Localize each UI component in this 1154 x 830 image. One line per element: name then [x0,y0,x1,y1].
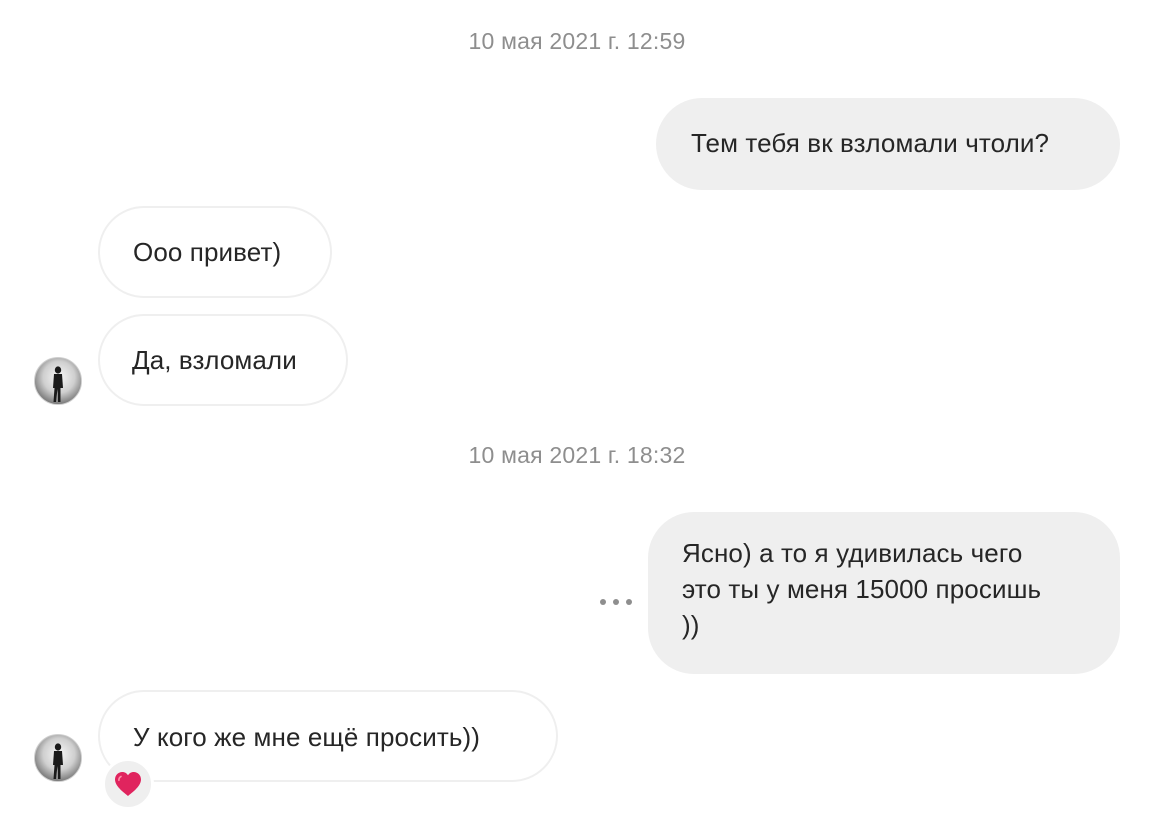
incoming-message-bubble[interactable]: Ооо привет) [98,206,332,298]
contact-avatar[interactable] [34,734,82,782]
person-silhouette-icon [35,358,81,404]
outgoing-message-bubble[interactable]: Тем тебя вк взломали чтоли? [656,98,1120,190]
incoming-message-bubble[interactable]: Да, взломали [98,314,348,406]
message-text: Ооо привет) [133,237,282,267]
more-options-icon[interactable] [600,596,632,608]
person-silhouette-icon [35,735,81,781]
message-text: Да, взломали [132,345,297,375]
timestamp: 10 мая 2021 г. 18:32 [468,442,686,468]
outgoing-message-bubble[interactable]: Ясно) а то я удивилась чего это ты у мен… [648,512,1120,674]
message-text-line: Ясно) а то я удивилась чего [682,538,1023,568]
heart-icon [115,772,141,796]
message-text-line: )) [682,610,700,640]
incoming-message-bubble[interactable]: У кого же мне ещё просить)) [98,690,558,782]
message-text: Тем тебя вк взломали чтоли? [691,128,1050,158]
message-text-line: это ты у меня 15000 просишь [682,574,1042,604]
heart-reaction-icon[interactable] [102,758,154,810]
message-text: У кого же мне ещё просить)) [133,722,480,752]
contact-avatar[interactable] [34,357,82,405]
timestamp: 10 мая 2021 г. 12:59 [468,28,686,54]
